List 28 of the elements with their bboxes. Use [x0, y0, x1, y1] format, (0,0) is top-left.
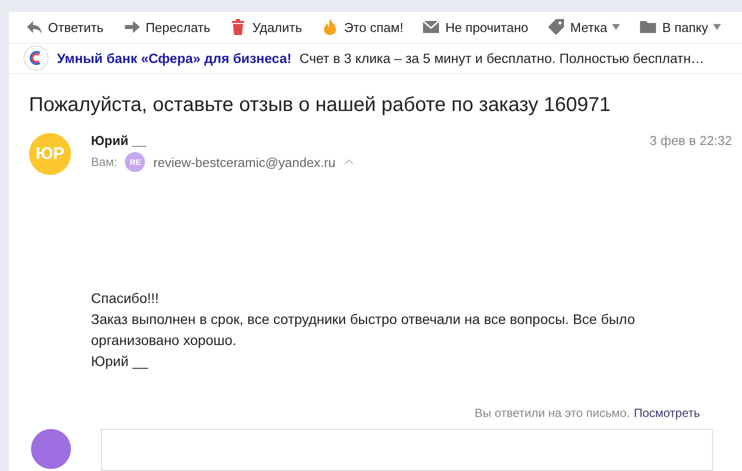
sender-name[interactable]: Юрий __	[91, 133, 146, 148]
label-icon	[547, 18, 566, 36]
replied-note: Вы ответили на это письмо.	[474, 406, 630, 420]
caret-icon	[713, 24, 722, 30]
recipient-address[interactable]: review-bestceramic@yandex.ru	[153, 154, 336, 170]
user-avatar	[31, 429, 71, 469]
recipient-avatar: RE	[125, 152, 146, 172]
toolbar-button[interactable]: Ответить	[25, 18, 104, 36]
body-text: Спасибо!!!	[91, 289, 160, 308]
toolbar-button[interactable]: Метка	[547, 18, 620, 36]
body-text: Юрий __	[91, 352, 150, 371]
ad-title[interactable]: Умный банк «Сфера» для бизнеса!	[57, 50, 292, 66]
body-text: Заказ выполнен в срок, все сотрудники быстро отвечали на все вопросы. Все было организовано хорошо.	[91, 310, 636, 350]
recipient-label: Вам:	[91, 155, 118, 169]
reply-field[interactable]	[101, 429, 713, 471]
message-subject: Пожалуйста, оставьте отзыв о нашей работе по заказу 160971	[28, 93, 612, 117]
ad-text: Счет в 3 клика – за 5 минут и бесплатно. Полностью бесплатн…	[299, 50, 704, 66]
message-date: 3 фев в 22:32	[650, 133, 732, 148]
toolbar-button[interactable]: Не прочитано	[422, 18, 528, 36]
toolbar-button[interactable]: Удалить	[229, 18, 302, 36]
collapse-icon[interactable]	[344, 159, 354, 165]
toolbar-button[interactable]: Это спам!	[321, 18, 404, 36]
toolbar-button[interactable]: В папку	[639, 18, 722, 36]
sender-avatar: ЮР	[29, 133, 71, 175]
view-link[interactable]: Посмотреть	[634, 406, 700, 420]
toolbar-button[interactable]: Переслать	[122, 18, 210, 36]
caret-icon	[612, 24, 620, 30]
bank-logo-icon	[23, 45, 49, 72]
